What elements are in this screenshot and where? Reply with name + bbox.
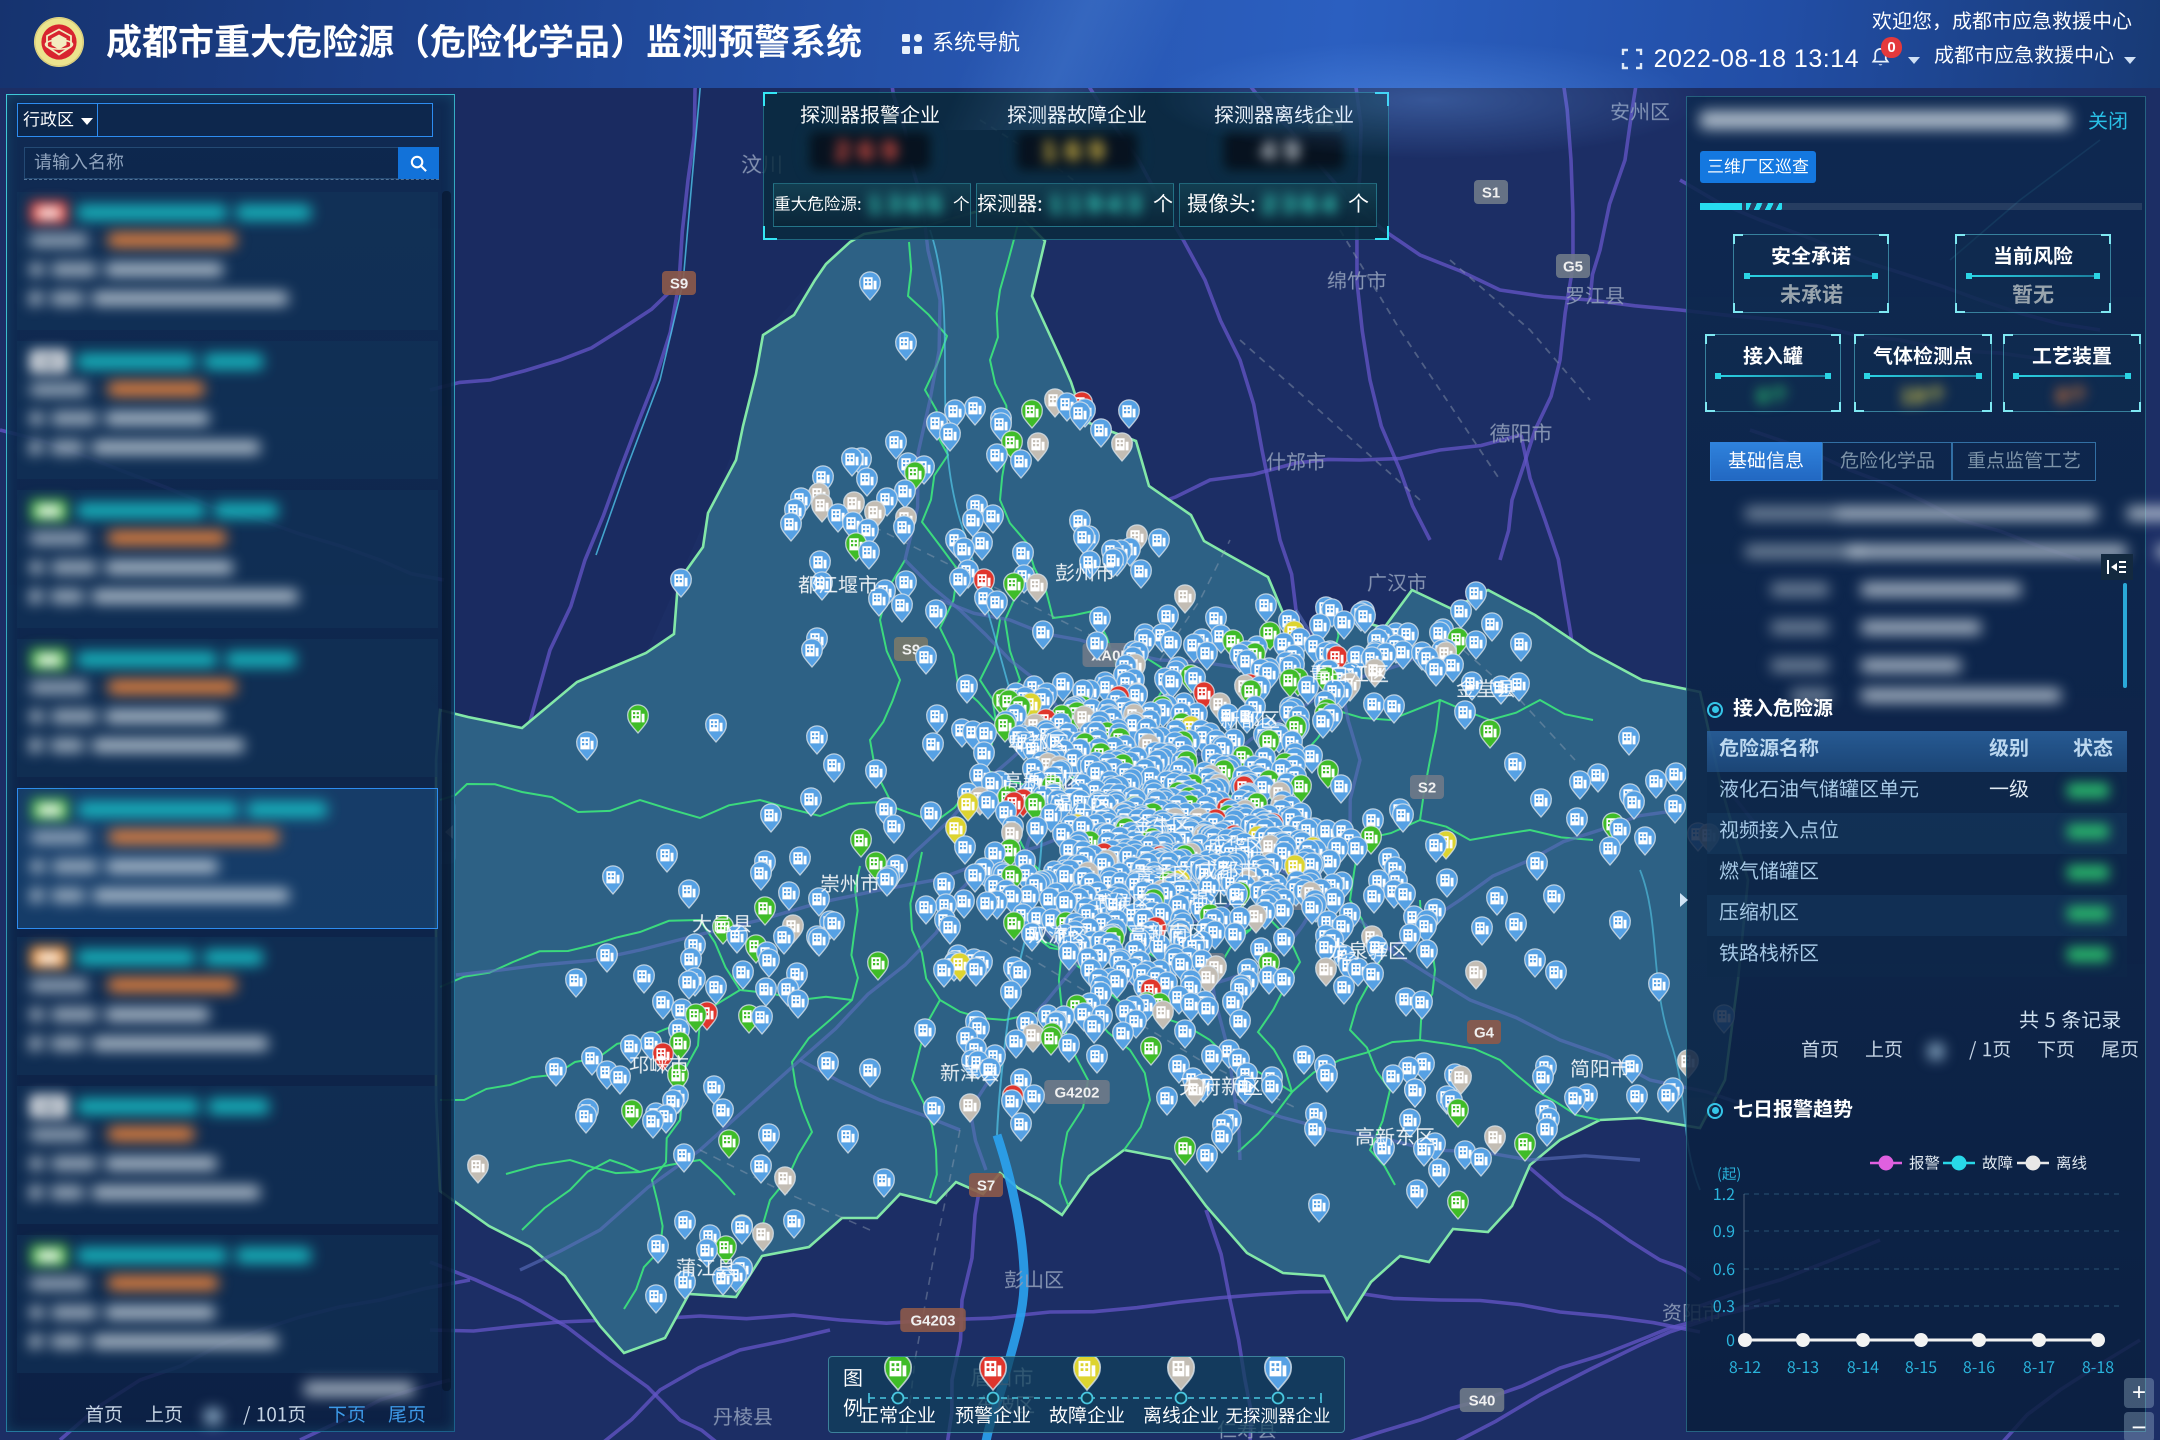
- svg-text:S40: S40: [1469, 1393, 1496, 1410]
- svg-text:S2: S2: [1418, 780, 1436, 797]
- svg-text:G5: G5: [1563, 259, 1583, 276]
- svg-text:S1: S1: [1482, 185, 1500, 202]
- svg-text:S9: S9: [670, 276, 688, 293]
- svg-text:G4202: G4202: [1054, 1085, 1099, 1102]
- svg-text:S7: S7: [977, 1178, 995, 1195]
- svg-text:G4: G4: [1474, 1025, 1495, 1042]
- svg-text:G4203: G4203: [910, 1313, 955, 1330]
